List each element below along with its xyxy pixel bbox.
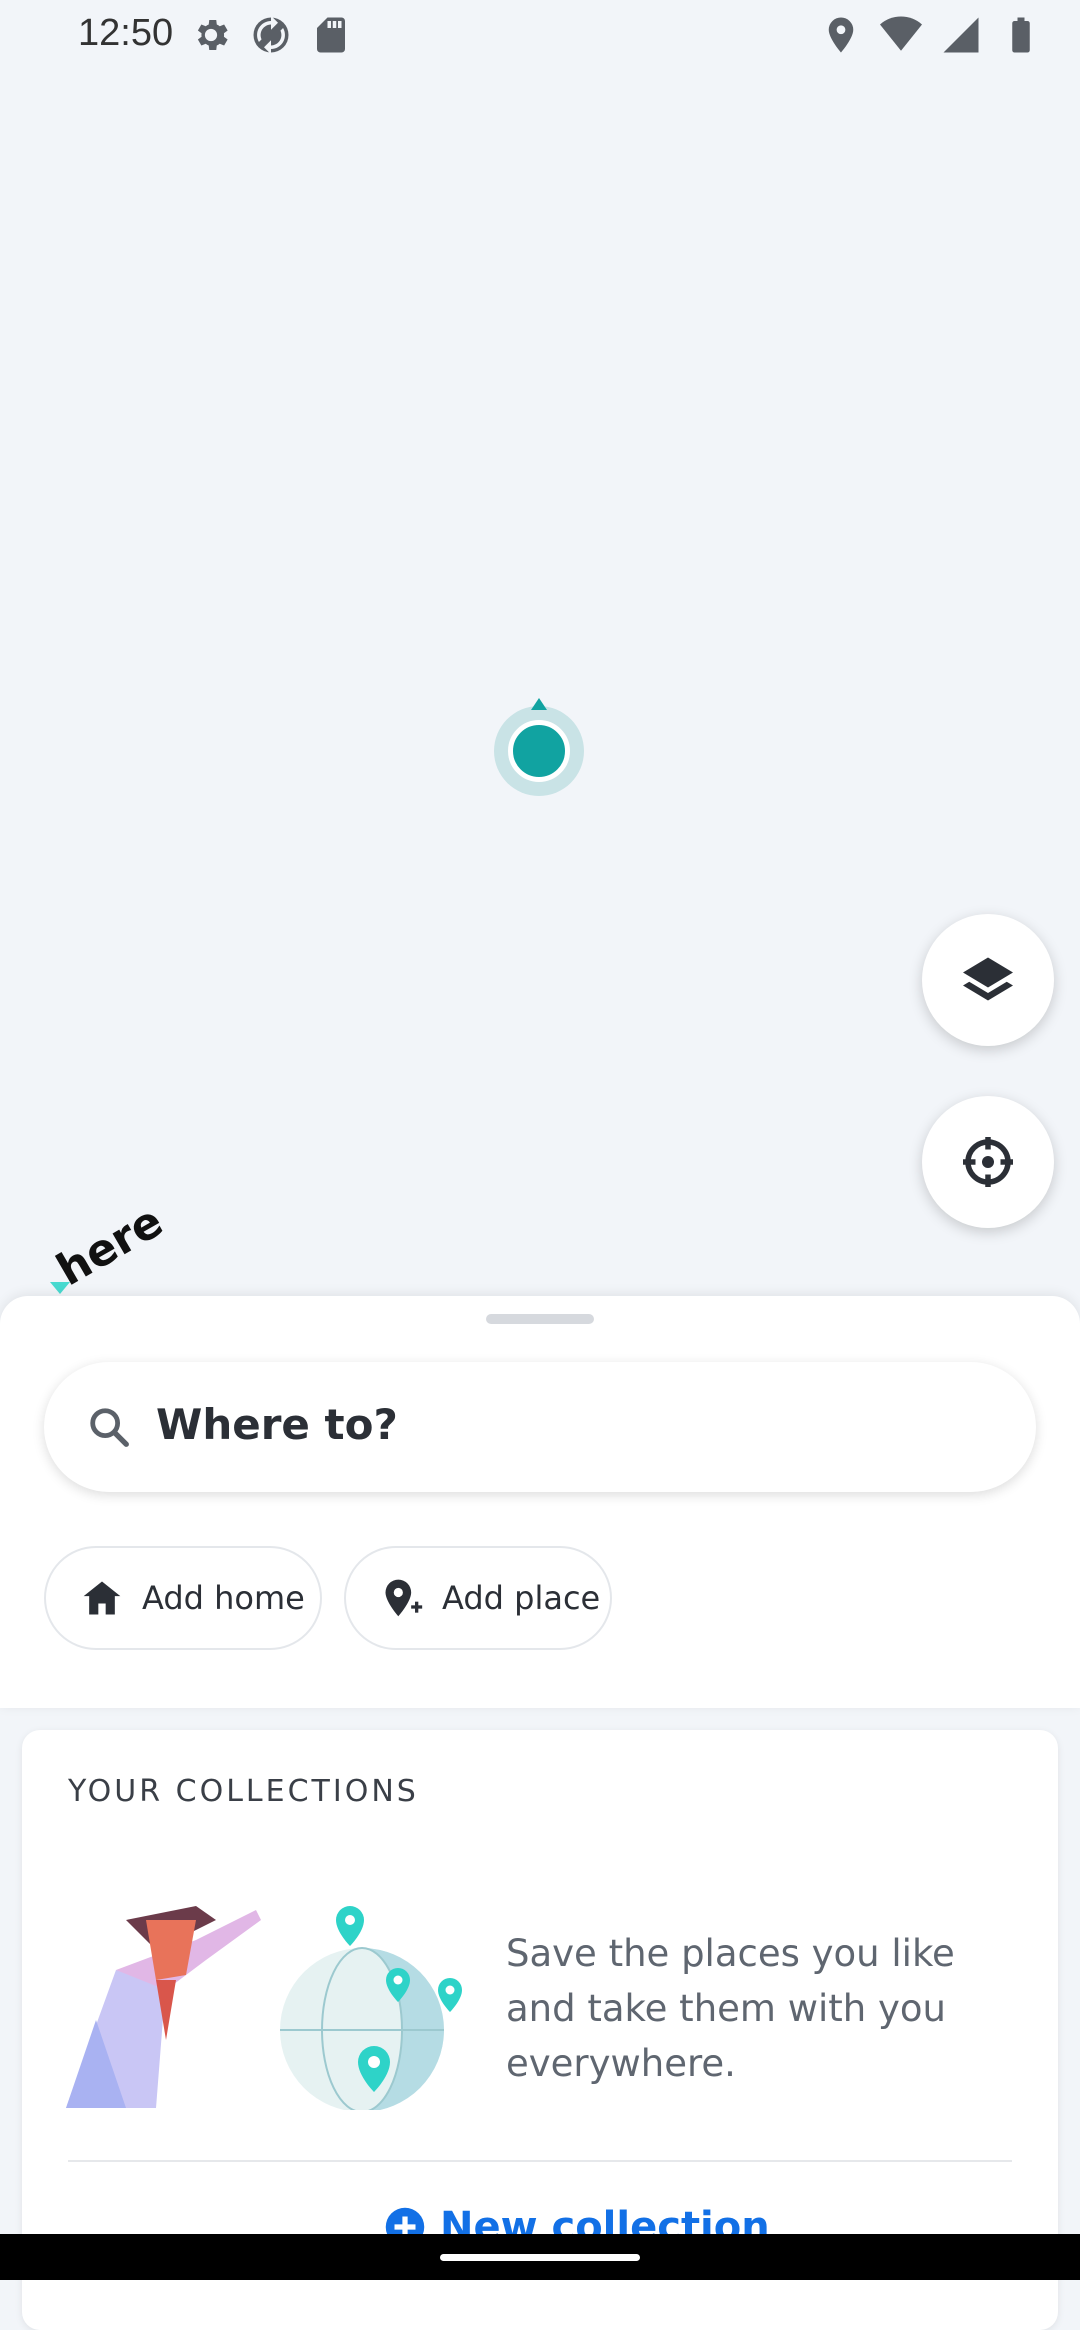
wifi-icon	[880, 14, 922, 56]
battery-icon	[1000, 14, 1042, 56]
status-time: 12:50	[78, 12, 174, 54]
collections-illustration-icon	[66, 1906, 462, 2110]
location-icon	[820, 14, 862, 56]
settings-icon	[190, 14, 232, 56]
home-icon	[83, 1581, 121, 1615]
add-place-label: Add place	[442, 1579, 601, 1617]
sheet-drag-handle[interactable]	[486, 1314, 594, 1324]
divider	[68, 2160, 1012, 2162]
add-place-icon	[385, 1579, 423, 1617]
map-view[interactable]: here	[0, 70, 1080, 1296]
layers-button[interactable]	[922, 914, 1054, 1046]
search-placeholder: Where to?	[156, 1400, 398, 1449]
recenter-button[interactable]	[922, 1096, 1054, 1228]
system-nav-bar	[0, 2234, 1080, 2280]
svg-text:here: here	[48, 1198, 168, 1296]
bottom-sheet[interactable]: Where to? Add home Add place	[0, 1296, 1080, 1708]
search-bar[interactable]: Where to?	[44, 1362, 1036, 1492]
add-home-label: Add home	[142, 1579, 305, 1617]
collections-description: Save the places you like and take them w…	[506, 1932, 955, 2085]
layers-icon	[963, 957, 1013, 1001]
sync-icon	[250, 14, 292, 56]
recenter-icon	[963, 1137, 1013, 1187]
collections-title: YOUR COLLECTIONS	[68, 1774, 419, 1809]
status-bar: 12:50	[0, 0, 1080, 70]
search-icon	[90, 1408, 129, 1447]
home-gesture-handle[interactable]	[440, 2254, 640, 2261]
current-location-marker	[494, 698, 584, 796]
add-home-chip[interactable]: Add home	[44, 1546, 322, 1650]
here-logo-icon: here	[48, 1198, 168, 1296]
sd-card-icon	[310, 14, 352, 56]
add-place-chip[interactable]: Add place	[344, 1546, 612, 1650]
signal-icon	[940, 14, 982, 56]
